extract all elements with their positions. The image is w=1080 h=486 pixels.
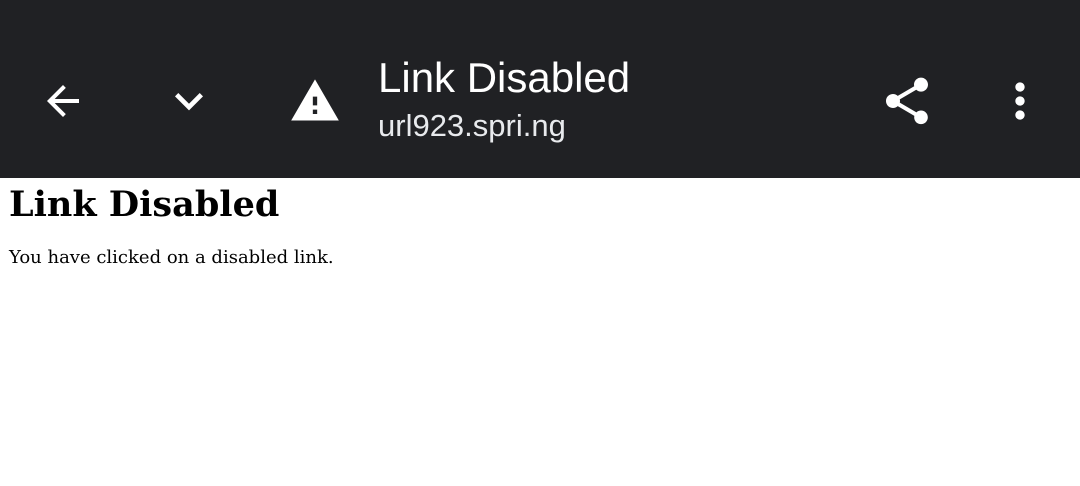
- security-status-indicator[interactable]: [279, 65, 351, 137]
- page-heading: Link Disabled: [9, 184, 280, 225]
- chevron-down-icon: [175, 93, 203, 111]
- expand-button[interactable]: [153, 65, 225, 137]
- page-message: You have clicked on a disabled link.: [9, 247, 334, 268]
- arrow-back-icon: [47, 85, 79, 117]
- title-area[interactable]: Link Disabled url923.spri.ng: [378, 52, 838, 146]
- more-options-button[interactable]: [984, 65, 1056, 137]
- back-button[interactable]: [27, 65, 99, 137]
- page-content: Link Disabled You have clicked on a disa…: [9, 178, 1069, 270]
- browser-toolbar: Link Disabled url923.spri.ng: [0, 0, 1080, 178]
- more-vert-icon: [1015, 82, 1025, 120]
- share-icon: [886, 77, 928, 125]
- toolbar-url: url923.spri.ng: [378, 108, 566, 143]
- warning-icon: [291, 79, 339, 121]
- toolbar-page-title: Link Disabled: [378, 54, 631, 101]
- share-button[interactable]: [871, 65, 943, 137]
